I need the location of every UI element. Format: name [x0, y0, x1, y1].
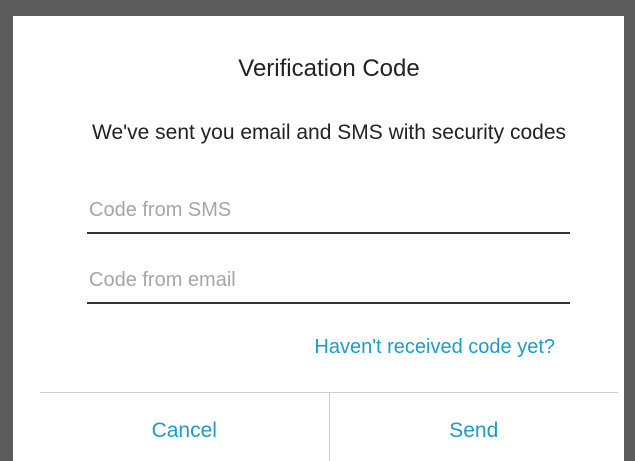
send-button[interactable]: Send: [330, 393, 619, 461]
sms-code-input[interactable]: [89, 199, 559, 222]
sms-code-field: [87, 182, 570, 234]
cancel-button[interactable]: Cancel: [40, 393, 329, 461]
dialog-message: We've sent you email and SMS with securi…: [92, 121, 566, 144]
resend-code-link[interactable]: Haven't received code yet?: [314, 336, 555, 359]
email-code-input[interactable]: [89, 269, 559, 292]
backdrop-overlay-left: [0, 0, 13, 461]
backdrop-overlay-top: [0, 0, 635, 16]
backdrop-overlay-right: [624, 0, 635, 461]
verification-dialog: Verification Code We've sent you email a…: [40, 16, 618, 461]
email-code-field: [87, 252, 570, 304]
dialog-actions: Cancel Send: [40, 392, 618, 461]
dialog-title: Verification Code: [238, 55, 420, 82]
